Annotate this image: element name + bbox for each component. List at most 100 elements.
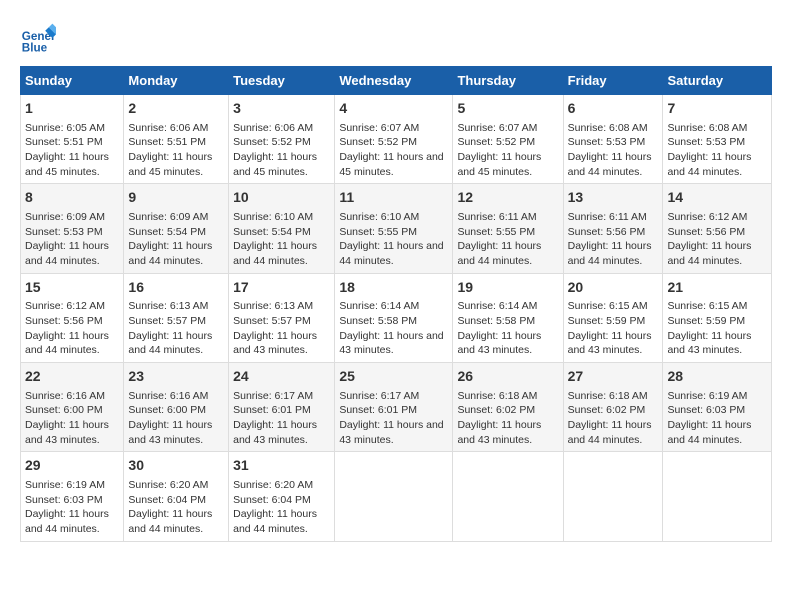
day-number: 29 <box>25 456 119 476</box>
sunset-label: Sunset: 5:56 PM <box>568 226 646 238</box>
sunrise-label: Sunrise: 6:12 AM <box>667 211 747 223</box>
daylight-label: Daylight: 11 hours and 43 minutes. <box>339 330 443 357</box>
sunset-label: Sunset: 5:54 PM <box>128 226 206 238</box>
day-number: 30 <box>128 456 224 476</box>
cell-w3-d2: 17Sunrise: 6:13 AMSunset: 5:57 PMDayligh… <box>229 273 335 362</box>
sunrise-label: Sunrise: 6:16 AM <box>128 390 208 402</box>
sunset-label: Sunset: 5:53 PM <box>667 136 745 148</box>
daylight-label: Daylight: 11 hours and 44 minutes. <box>667 419 751 446</box>
day-number: 16 <box>128 278 224 298</box>
day-number: 5 <box>457 99 558 119</box>
day-number: 10 <box>233 188 330 208</box>
sunrise-label: Sunrise: 6:08 AM <box>568 122 648 134</box>
sunrise-label: Sunrise: 6:13 AM <box>233 300 313 312</box>
cell-w2-d2: 10Sunrise: 6:10 AMSunset: 5:54 PMDayligh… <box>229 184 335 273</box>
day-number: 6 <box>568 99 659 119</box>
cell-w5-d2: 31Sunrise: 6:20 AMSunset: 6:04 PMDayligh… <box>229 452 335 541</box>
sunrise-label: Sunrise: 6:13 AM <box>128 300 208 312</box>
sunset-label: Sunset: 5:55 PM <box>339 226 417 238</box>
cell-w1-d1: 2Sunrise: 6:06 AMSunset: 5:51 PMDaylight… <box>124 95 229 184</box>
day-number: 24 <box>233 367 330 387</box>
day-number: 22 <box>25 367 119 387</box>
daylight-label: Daylight: 11 hours and 43 minutes. <box>667 330 751 357</box>
header-saturday: Saturday <box>663 67 772 95</box>
header-monday: Monday <box>124 67 229 95</box>
daylight-label: Daylight: 11 hours and 44 minutes. <box>25 330 109 357</box>
sunrise-label: Sunrise: 6:07 AM <box>457 122 537 134</box>
daylight-label: Daylight: 11 hours and 43 minutes. <box>128 419 212 446</box>
cell-w5-d4 <box>453 452 563 541</box>
daylight-label: Daylight: 11 hours and 44 minutes. <box>339 240 443 267</box>
cell-w4-d3: 25Sunrise: 6:17 AMSunset: 6:01 PMDayligh… <box>335 363 453 452</box>
sunrise-label: Sunrise: 6:05 AM <box>25 122 105 134</box>
day-number: 13 <box>568 188 659 208</box>
sunrise-label: Sunrise: 6:16 AM <box>25 390 105 402</box>
day-number: 28 <box>667 367 767 387</box>
sunrise-label: Sunrise: 6:18 AM <box>457 390 537 402</box>
cell-w4-d1: 23Sunrise: 6:16 AMSunset: 6:00 PMDayligh… <box>124 363 229 452</box>
daylight-label: Daylight: 11 hours and 43 minutes. <box>568 330 652 357</box>
cell-w5-d0: 29Sunrise: 6:19 AMSunset: 6:03 PMDayligh… <box>21 452 124 541</box>
cell-w3-d3: 18Sunrise: 6:14 AMSunset: 5:58 PMDayligh… <box>335 273 453 362</box>
logo: General Blue <box>20 20 60 56</box>
cell-w4-d6: 28Sunrise: 6:19 AMSunset: 6:03 PMDayligh… <box>663 363 772 452</box>
day-number: 1 <box>25 99 119 119</box>
cell-w2-d6: 14Sunrise: 6:12 AMSunset: 5:56 PMDayligh… <box>663 184 772 273</box>
sunrise-label: Sunrise: 6:17 AM <box>233 390 313 402</box>
sunrise-label: Sunrise: 6:07 AM <box>339 122 419 134</box>
day-number: 11 <box>339 188 448 208</box>
sunrise-label: Sunrise: 6:12 AM <box>25 300 105 312</box>
cell-w4-d2: 24Sunrise: 6:17 AMSunset: 6:01 PMDayligh… <box>229 363 335 452</box>
day-number: 25 <box>339 367 448 387</box>
cell-w4-d5: 27Sunrise: 6:18 AMSunset: 6:02 PMDayligh… <box>563 363 663 452</box>
svg-text:Blue: Blue <box>22 42 48 55</box>
header-tuesday: Tuesday <box>229 67 335 95</box>
sunrise-label: Sunrise: 6:06 AM <box>233 122 313 134</box>
day-number: 17 <box>233 278 330 298</box>
sunrise-label: Sunrise: 6:15 AM <box>667 300 747 312</box>
daylight-label: Daylight: 11 hours and 44 minutes. <box>25 240 109 267</box>
daylight-label: Daylight: 11 hours and 43 minutes. <box>25 419 109 446</box>
cell-w5-d1: 30Sunrise: 6:20 AMSunset: 6:04 PMDayligh… <box>124 452 229 541</box>
sunset-label: Sunset: 5:53 PM <box>25 226 103 238</box>
cell-w1-d0: 1Sunrise: 6:05 AMSunset: 5:51 PMDaylight… <box>21 95 124 184</box>
cell-w5-d5 <box>563 452 663 541</box>
week-row-4: 22Sunrise: 6:16 AMSunset: 6:00 PMDayligh… <box>21 363 772 452</box>
daylight-label: Daylight: 11 hours and 43 minutes. <box>233 419 317 446</box>
daylight-label: Daylight: 11 hours and 44 minutes. <box>128 330 212 357</box>
week-row-5: 29Sunrise: 6:19 AMSunset: 6:03 PMDayligh… <box>21 452 772 541</box>
daylight-label: Daylight: 11 hours and 45 minutes. <box>233 151 317 178</box>
sunrise-label: Sunrise: 6:10 AM <box>339 211 419 223</box>
daylight-label: Daylight: 11 hours and 45 minutes. <box>339 151 443 178</box>
sunrise-label: Sunrise: 6:08 AM <box>667 122 747 134</box>
header-thursday: Thursday <box>453 67 563 95</box>
daylight-label: Daylight: 11 hours and 44 minutes. <box>568 151 652 178</box>
week-row-2: 8Sunrise: 6:09 AMSunset: 5:53 PMDaylight… <box>21 184 772 273</box>
daylight-label: Daylight: 11 hours and 44 minutes. <box>25 508 109 535</box>
cell-w1-d6: 7Sunrise: 6:08 AMSunset: 5:53 PMDaylight… <box>663 95 772 184</box>
logo-icon: General Blue <box>20 20 56 56</box>
sunset-label: Sunset: 6:04 PM <box>233 494 311 506</box>
daylight-label: Daylight: 11 hours and 43 minutes. <box>457 330 541 357</box>
day-number: 14 <box>667 188 767 208</box>
cell-w2-d4: 12Sunrise: 6:11 AMSunset: 5:55 PMDayligh… <box>453 184 563 273</box>
day-number: 4 <box>339 99 448 119</box>
sunset-label: Sunset: 6:03 PM <box>667 404 745 416</box>
day-number: 12 <box>457 188 558 208</box>
header-wednesday: Wednesday <box>335 67 453 95</box>
sunset-label: Sunset: 5:57 PM <box>233 315 311 327</box>
daylight-label: Daylight: 11 hours and 44 minutes. <box>667 151 751 178</box>
sunset-label: Sunset: 5:52 PM <box>457 136 535 148</box>
cell-w5-d3 <box>335 452 453 541</box>
cell-w2-d5: 13Sunrise: 6:11 AMSunset: 5:56 PMDayligh… <box>563 184 663 273</box>
day-number: 3 <box>233 99 330 119</box>
sunrise-label: Sunrise: 6:11 AM <box>457 211 536 223</box>
sunrise-label: Sunrise: 6:14 AM <box>457 300 537 312</box>
daylight-label: Daylight: 11 hours and 44 minutes. <box>128 508 212 535</box>
sunrise-label: Sunrise: 6:15 AM <box>568 300 648 312</box>
cell-w3-d6: 21Sunrise: 6:15 AMSunset: 5:59 PMDayligh… <box>663 273 772 362</box>
cell-w1-d4: 5Sunrise: 6:07 AMSunset: 5:52 PMDaylight… <box>453 95 563 184</box>
sunset-label: Sunset: 5:59 PM <box>667 315 745 327</box>
daylight-label: Daylight: 11 hours and 45 minutes. <box>25 151 109 178</box>
sunrise-label: Sunrise: 6:20 AM <box>128 479 208 491</box>
